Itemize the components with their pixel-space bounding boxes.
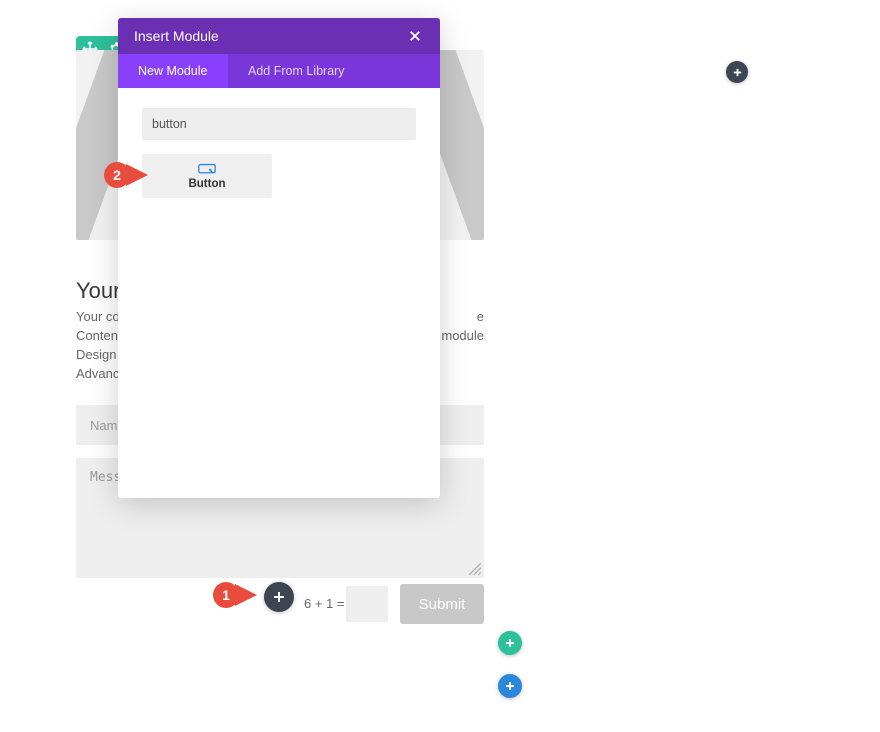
add-element-button[interactable]	[726, 61, 748, 83]
captcha-input[interactable]	[346, 586, 388, 622]
annotation-2: 2	[104, 162, 130, 188]
module-search-input[interactable]	[142, 108, 416, 140]
modal-body: Button	[118, 88, 440, 498]
modal-title: Insert Module	[134, 28, 219, 44]
desc-fragment: Content	[76, 328, 122, 343]
insert-module-modal: Insert Module New Module Add From Librar…	[118, 18, 440, 498]
tab-add-from-library[interactable]: Add From Library	[228, 54, 440, 88]
desc-fragment: Your cor	[76, 309, 124, 324]
module-item-label: Button	[188, 178, 225, 190]
add-section-button[interactable]	[498, 674, 522, 698]
tab-new-module[interactable]: New Module	[118, 54, 228, 88]
modal-tabs: New Module Add From Library	[118, 54, 440, 88]
button-module-icon	[198, 162, 216, 176]
close-icon[interactable]	[406, 27, 424, 45]
add-module-button[interactable]	[264, 582, 294, 612]
modal-header: Insert Module	[118, 18, 440, 54]
annotation-number: 1	[222, 587, 230, 603]
resize-handle-icon[interactable]	[468, 562, 482, 576]
module-item-button[interactable]: Button	[142, 154, 272, 198]
submit-button[interactable]: Submit	[400, 584, 484, 624]
annotation-1: 1	[213, 582, 239, 608]
desc-fragment: module	[441, 327, 484, 346]
desc-fragment: e	[477, 308, 484, 327]
captcha-label: 6 + 1 =	[304, 596, 344, 611]
annotation-number: 2	[113, 167, 121, 183]
add-row-button[interactable]	[498, 631, 522, 655]
